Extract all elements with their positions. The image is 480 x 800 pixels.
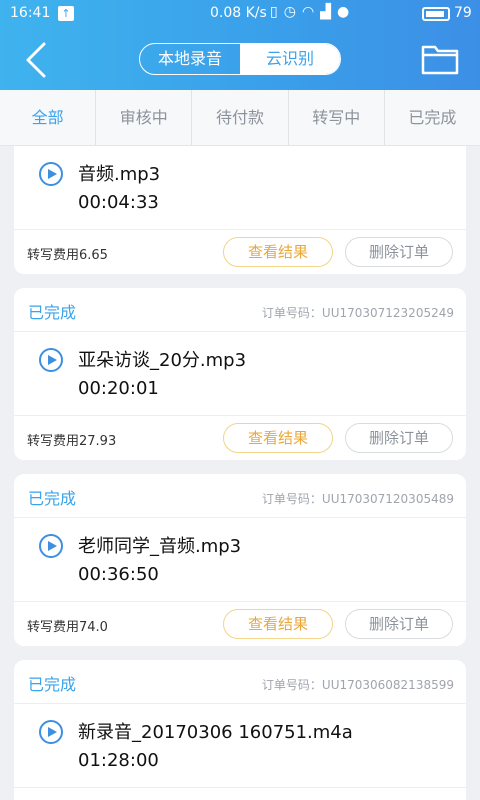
tab-reviewing[interactable]: 审核中 [96,90,193,145]
card-footer: 转写费用27.93 查看结果 删除订单 [14,416,466,460]
order-status: 已完成 [28,489,77,508]
order-number: 订单号码：UU170307123205249 [261,306,454,320]
order-number: 订单号码：UU170307120305489 [261,492,454,506]
tab-transcribing[interactable]: 转写中 [289,90,385,145]
order-list[interactable]: 音频.mp3 00:04:33 转写费用6.65 查看结果 删除订单 已完成 订… [0,146,480,800]
signal-icon: ▟ [320,4,337,20]
back-icon[interactable] [20,40,54,80]
card-body: 亚朵访谈_20分.mp3 00:20:01 [14,332,466,416]
app-header: 16:41 ↑ 0.08 K/s ▯◷◠▟● 79 本地录音 云识别 [0,0,480,90]
upload-icon: ↑ [58,6,74,21]
hd-icon: ● [336,4,356,20]
status-time: 16:41 [10,5,51,21]
delete-order-button[interactable]: 删除订单 [345,609,453,639]
card-header: 已完成 订单号码：UU170306082138599 [14,660,466,704]
network-speed: 0.08 K/s [210,5,267,21]
order-card: 音频.mp3 00:04:33 转写费用6.65 查看结果 删除订单 [14,146,466,274]
battery-level: 79 [454,5,472,21]
status-bar: 16:41 ↑ 0.08 K/s ▯◷◠▟● 79 [0,0,480,28]
folder-icon[interactable] [420,42,460,76]
order-status: 已完成 [28,675,77,694]
order-number: 订单号码：UU170306082138599 [261,678,454,692]
source-toggle: 本地录音 云识别 [139,43,341,75]
play-icon[interactable] [39,534,63,558]
battery-icon [422,7,450,21]
order-card: 已完成 订单号码：UU170307123205249 亚朵访谈_20分.mp3 … [14,288,466,460]
transcription-fee: 转写费用74.0 [27,620,108,635]
play-icon[interactable] [39,720,63,744]
file-name: 音频.mp3 [78,164,161,185]
vibrate-icon: ▯ [270,4,284,20]
tab-completed[interactable]: 已完成 [385,90,480,145]
card-header: 已完成 订单号码：UU170307123205249 [14,288,466,332]
tab-local-recordings[interactable]: 本地录音 [140,44,240,74]
alarm-icon: ◷ [283,4,302,20]
tab-cloud-recognition[interactable]: 云识别 [240,44,340,74]
file-duration: 01:28:00 [78,750,159,771]
view-result-button[interactable]: 查看结果 [223,423,333,453]
status-icons: ▯◷◠▟● [270,4,355,20]
tab-pending-payment[interactable]: 待付款 [192,90,289,145]
order-card: 已完成 订单号码：UU170307120305489 老师同学_音频.mp3 0… [14,474,466,646]
card-footer: 转写费用6.65 查看结果 删除订单 [14,230,466,274]
transcription-fee: 转写费用27.93 [27,434,117,449]
file-name: 老师同学_音频.mp3 [78,536,242,557]
order-status: 已完成 [28,303,77,322]
file-duration: 00:20:01 [78,378,159,399]
view-result-button[interactable]: 查看结果 [223,237,333,267]
file-duration: 00:36:50 [78,564,159,585]
delete-order-button[interactable]: 删除订单 [345,423,453,453]
file-name: 新录音_20170306 160751.m4a [78,722,353,743]
card-header: 已完成 订单号码：UU170307120305489 [14,474,466,518]
view-result-button[interactable]: 查看结果 [223,609,333,639]
wifi-icon: ◠ [301,4,321,20]
order-card: 已完成 订单号码：UU170306082138599 新录音_20170306 … [14,660,466,800]
delete-order-button[interactable]: 删除订单 [345,237,453,267]
play-icon[interactable] [39,348,63,372]
card-footer: 转写费用74.0 查看结果 删除订单 [14,602,466,646]
card-body: 音频.mp3 00:04:33 [14,146,466,230]
transcription-fee: 转写费用6.65 [27,248,108,263]
tab-all[interactable]: 全部 [0,90,97,145]
card-body: 老师同学_音频.mp3 00:36:50 [14,518,466,602]
file-name: 亚朵访谈_20分.mp3 [78,350,247,371]
file-duration: 00:04:33 [78,192,159,213]
filter-tabs: 全部 审核中 待付款 转写中 已完成 [0,90,480,146]
play-icon[interactable] [39,162,63,186]
card-body: 新录音_20170306 160751.m4a 01:28:00 [14,704,466,788]
